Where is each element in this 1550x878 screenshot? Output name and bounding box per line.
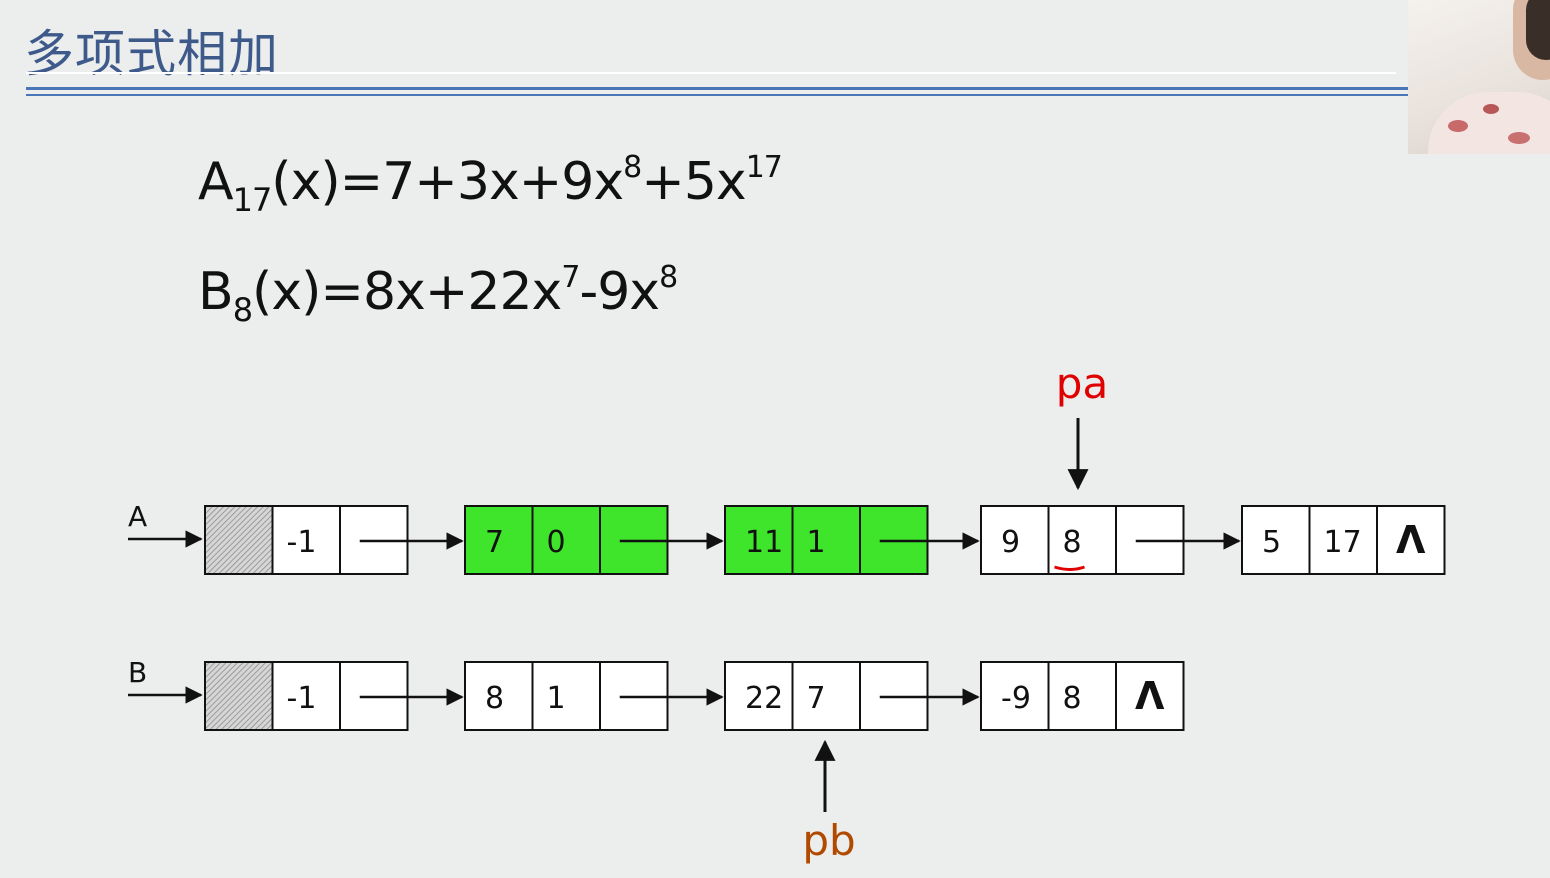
exp-value: 1 xyxy=(807,525,826,560)
exp-value: 7 xyxy=(807,681,826,716)
exp-value: 8 xyxy=(1063,681,1082,716)
list-node: -9 8 Λ xyxy=(980,661,1185,731)
exp-cell xyxy=(1047,661,1117,731)
exp-value: -1 xyxy=(287,681,317,716)
exp-cell xyxy=(791,661,861,731)
exp-cell xyxy=(531,505,601,575)
coef-value: 9 xyxy=(1001,525,1020,560)
list-node: 5 17 Λ xyxy=(1241,505,1446,575)
list-node: 70 xyxy=(464,505,724,575)
coef-value: 22 xyxy=(745,681,783,716)
list-node: 81 xyxy=(464,661,724,731)
null-pointer-mark: Λ xyxy=(1135,674,1165,718)
list-node: 11 1 xyxy=(724,505,980,575)
coef-value: 8 xyxy=(485,681,504,716)
coef-cell xyxy=(204,505,274,575)
list-node: 98 xyxy=(980,505,1241,575)
pointer-pb-label: pb xyxy=(802,816,855,865)
exp-value: 1 xyxy=(547,681,566,716)
coef-value: 7 xyxy=(485,525,504,560)
exp-cell xyxy=(531,661,601,731)
coef-cell xyxy=(204,661,274,731)
null-pointer-mark: Λ xyxy=(1396,518,1426,562)
list-node: 22 7 xyxy=(724,661,980,731)
exp-cell xyxy=(1047,505,1117,575)
coef-value: 11 xyxy=(745,525,783,560)
list-label-b: B xyxy=(128,656,147,689)
exp-value: 0 xyxy=(547,525,566,560)
coef-value: -9 xyxy=(1001,681,1031,716)
exp-cell xyxy=(791,505,861,575)
exp-value: 8 xyxy=(1063,525,1082,560)
exp-value: 17 xyxy=(1324,525,1362,560)
linked-list-diagram: A-1 7 0 11 1 9 8 5 17 ΛB-1 8 1 22 7 -9 8 Λpapb xyxy=(128,359,1446,865)
coef-value: 5 xyxy=(1262,525,1281,560)
list-label-a: A xyxy=(128,500,147,533)
pointer-pa-label: pa xyxy=(1056,359,1108,408)
head-node: -1 xyxy=(204,661,464,731)
head-node: -1 xyxy=(204,505,464,575)
exp-value: -1 xyxy=(287,525,317,560)
